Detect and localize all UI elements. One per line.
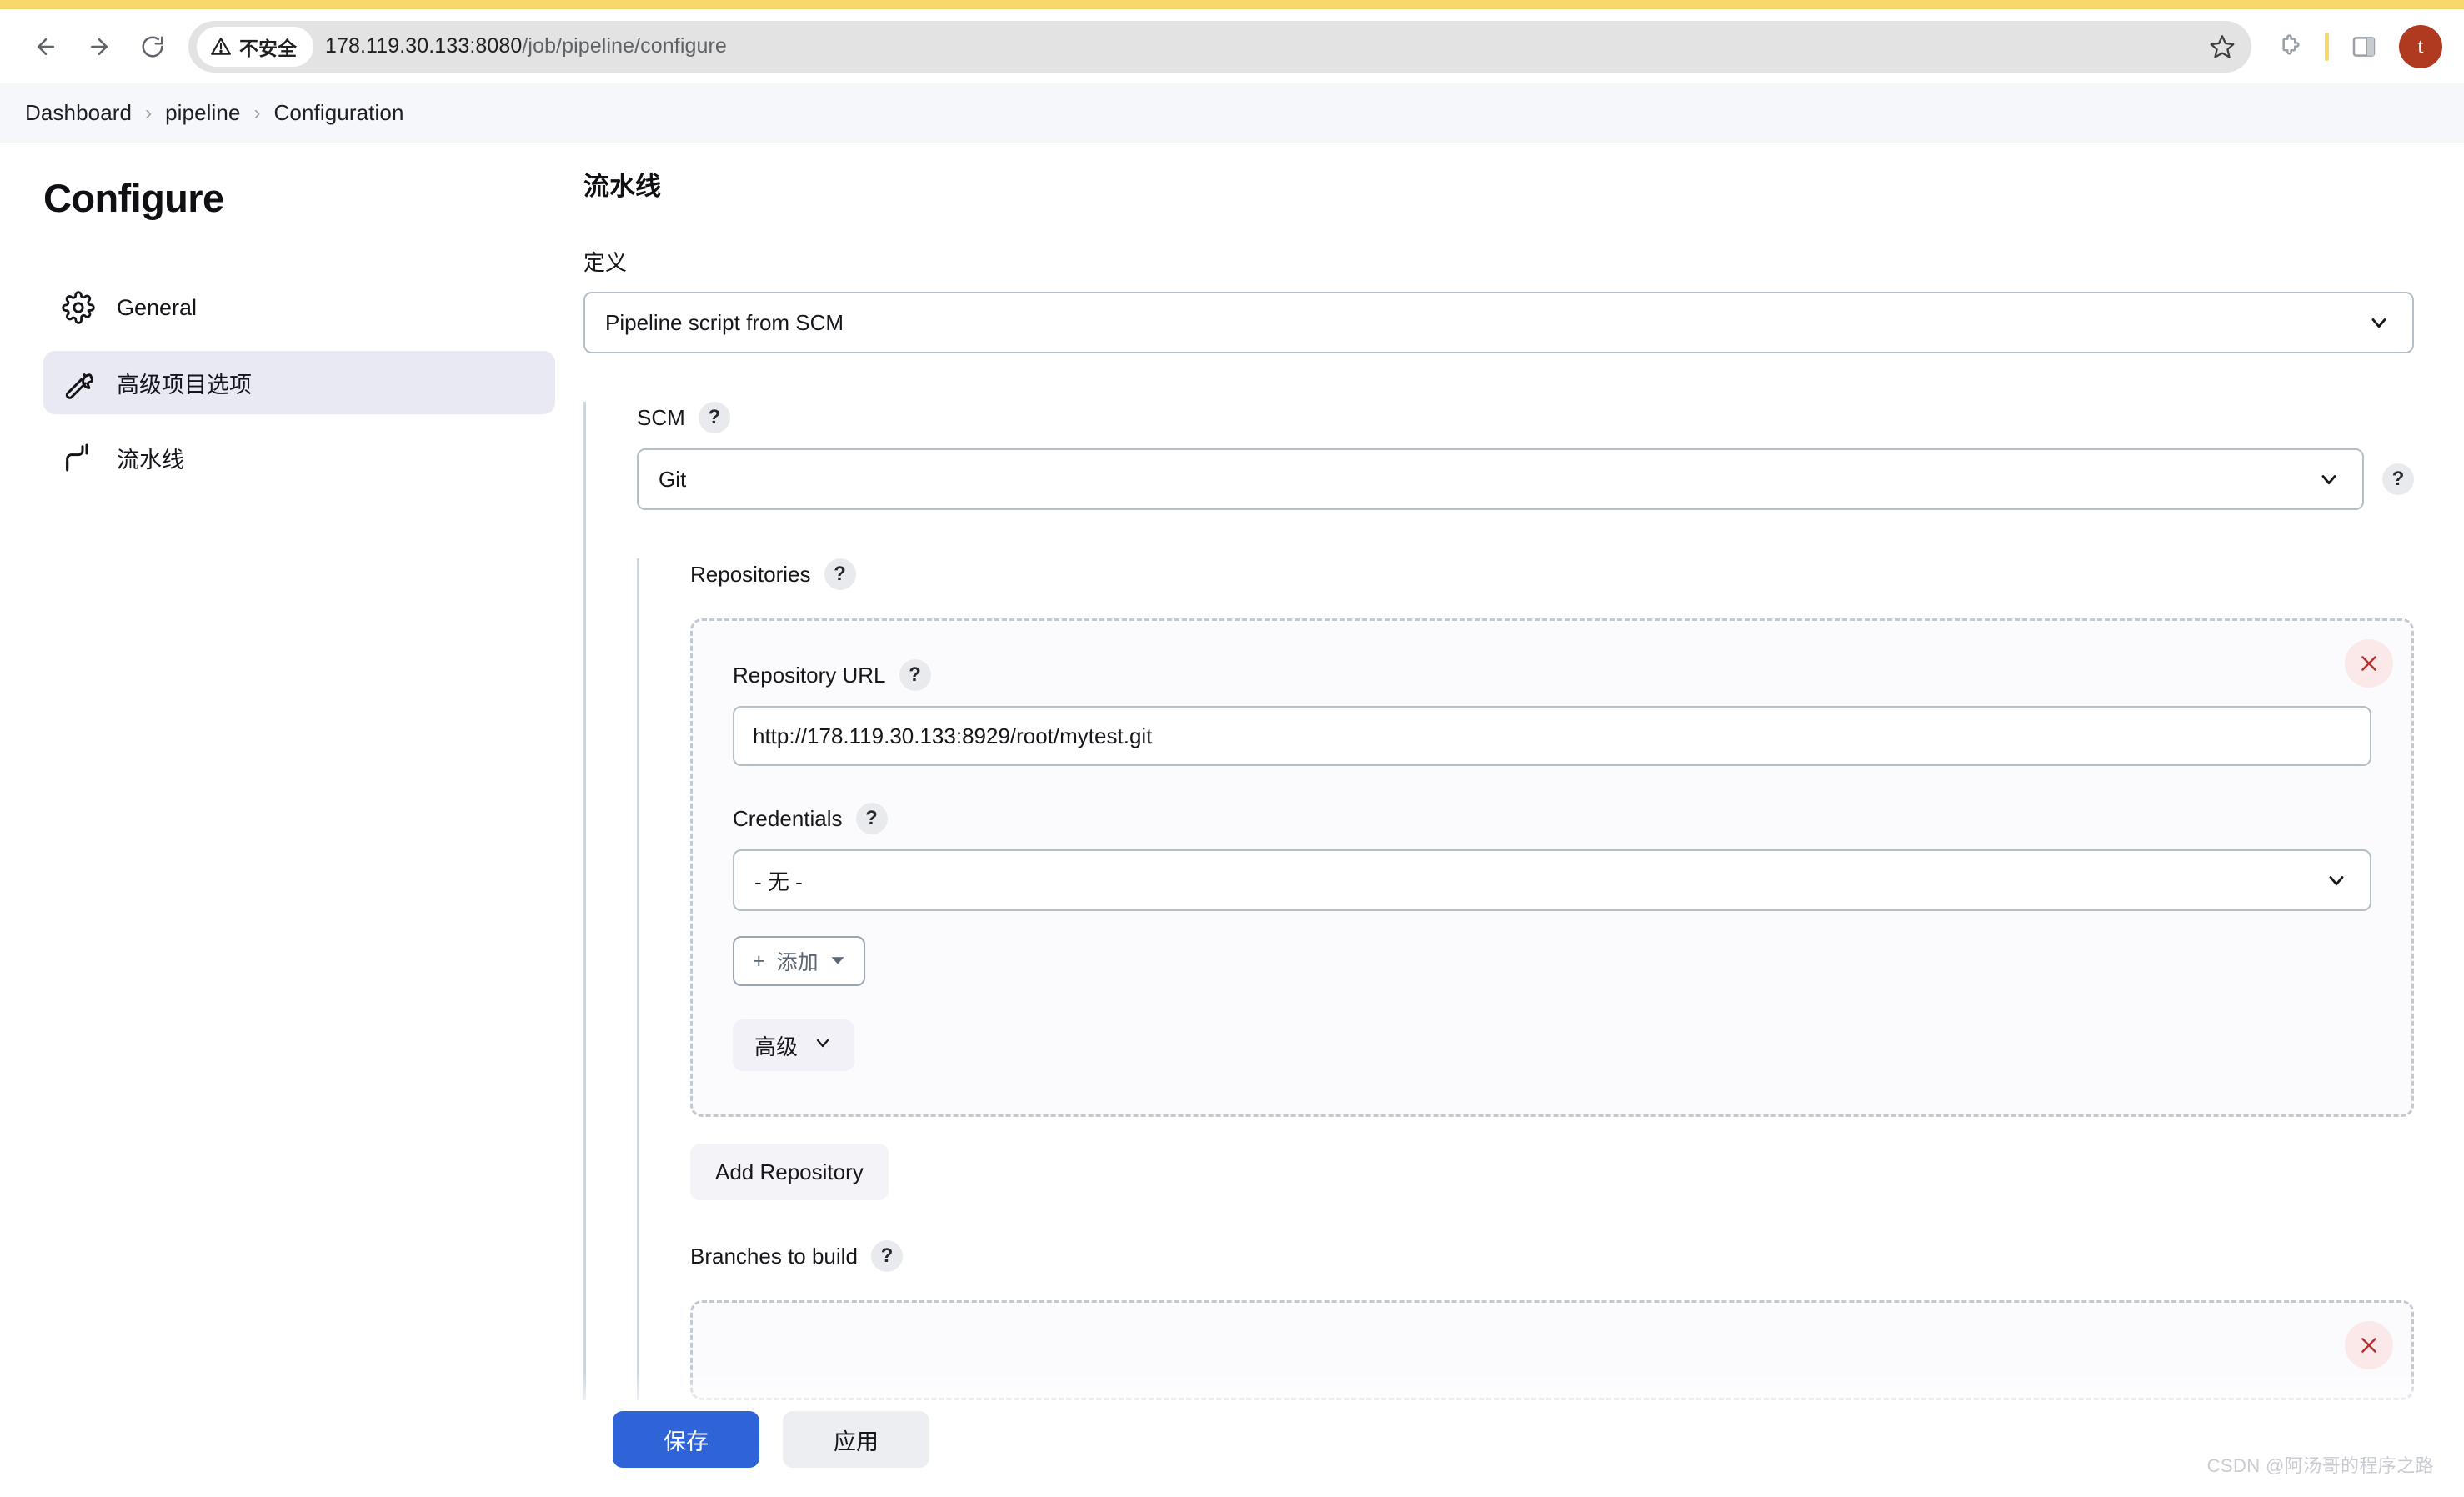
add-repository-button[interactable]: Add Repository: [690, 1144, 889, 1200]
warning-triangle-icon: [211, 37, 231, 55]
branches-to-build-label-text: Branches to build: [690, 1243, 858, 1269]
sidebar-item-pipeline[interactable]: 流水线: [43, 426, 555, 489]
watermark: CSDN @阿汤哥的程序之路: [2206, 1455, 2434, 1476]
help-icon[interactable]: ?: [855, 803, 888, 834]
add-repository-label: Add Repository: [715, 1159, 864, 1184]
browser-toolbar: 不安全 178.119.30.133:8080/job/pipeline/con…: [0, 9, 2464, 83]
star-icon[interactable]: [2200, 24, 2245, 69]
forward-arrow-icon[interactable]: [75, 23, 123, 71]
puzzle-piece-icon[interactable]: [2266, 23, 2313, 70]
definition-label: 定义: [583, 246, 2414, 277]
breadcrumb: Dashboard › pipeline › Configuration: [0, 83, 2464, 143]
navigation-buttons: [22, 23, 177, 71]
credentials-label: Credentials ?: [733, 803, 2371, 834]
breadcrumb-separator: ›: [145, 101, 153, 124]
scm-label: SCM ?: [637, 402, 2414, 433]
delete-branch-button[interactable]: [2345, 1321, 2393, 1369]
help-icon[interactable]: ?: [899, 659, 931, 691]
wrench-icon: [62, 366, 95, 399]
breadcrumb-item-configuration[interactable]: Configuration: [274, 100, 404, 126]
close-icon: [2361, 656, 2376, 671]
scm-select[interactable]: Git: [637, 448, 2364, 510]
save-button[interactable]: 保存: [613, 1411, 759, 1468]
breadcrumb-item-pipeline[interactable]: pipeline: [165, 100, 240, 126]
help-icon[interactable]: ?: [698, 402, 730, 433]
sidebar-item-label: General: [117, 294, 198, 320]
repository-card: Repository URL ? http://178.119.30.133:8…: [690, 618, 2414, 1117]
security-status-chip[interactable]: 不安全: [197, 26, 313, 67]
yellow-divider: [2325, 32, 2329, 61]
branch-card: [690, 1300, 2414, 1400]
back-arrow-icon[interactable]: [22, 23, 70, 71]
scm-section: SCM ? Git ? Repositories ? Repository UR…: [583, 402, 2414, 1400]
credentials-label-text: Credentials: [733, 805, 843, 831]
sidebar-item-label: 高级项目选项: [117, 372, 252, 398]
chevron-down-icon: [813, 1033, 833, 1059]
chevron-down-icon: [2317, 468, 2341, 491]
delete-repository-button[interactable]: [2345, 639, 2393, 688]
add-credentials-label: 添加: [776, 951, 819, 974]
help-icon[interactable]: ?: [824, 558, 856, 590]
sidebar-item-label: 流水线: [117, 447, 184, 473]
close-icon: [2361, 1338, 2376, 1353]
repository-url-label-text: Repository URL: [733, 662, 886, 688]
security-status-label: 不安全: [239, 37, 297, 59]
gear-icon: [62, 291, 95, 324]
url-path: /job/pipeline/configure: [522, 34, 727, 58]
repository-url-input[interactable]: http://178.119.30.133:8929/root/mytest.g…: [733, 706, 2371, 766]
configure-sidebar: Configure General 高级项目选项 流水线: [0, 143, 583, 1496]
breadcrumb-separator: ›: [253, 101, 261, 124]
reload-icon[interactable]: [128, 23, 177, 71]
url-text: 178.119.30.133:8080/job/pipeline/configu…: [325, 34, 727, 58]
main-content: 流水线 定义 Pipeline script from SCM SCM ? Gi: [583, 143, 2464, 1496]
repository-url-label: Repository URL ?: [733, 659, 2371, 691]
page-body: Configure General 高级项目选项 流水线 流水线 定义 Pipe…: [0, 143, 2464, 1496]
scm-label-text: SCM: [637, 404, 685, 430]
definition-select[interactable]: Pipeline script from SCM: [583, 292, 2414, 353]
apply-button[interactable]: 应用: [783, 1411, 929, 1468]
scm-select-row: Git ?: [637, 448, 2414, 510]
split-panel-icon[interactable]: [2341, 23, 2387, 70]
chevron-down-icon: [2325, 869, 2348, 892]
add-credentials-button[interactable]: + 添加: [733, 936, 865, 986]
section-title: 流水线: [583, 172, 661, 201]
credentials-select-value: - 无 -: [754, 869, 803, 894]
help-icon[interactable]: ?: [2382, 463, 2414, 495]
credentials-select[interactable]: - 无 -: [733, 849, 2371, 911]
sidebar-item-advanced-project-options[interactable]: 高级项目选项: [43, 351, 555, 414]
definition-label-text: 定义: [583, 250, 628, 275]
toolbar-right-group: t: [2266, 23, 2442, 70]
repositories-section: Repositories ? Repository URL ? http://1…: [637, 558, 2414, 1400]
page-title: Configure: [43, 176, 224, 220]
browser-chrome: 不安全 178.119.30.133:8080/job/pipeline/con…: [0, 0, 2464, 83]
address-bar[interactable]: 不安全 178.119.30.133:8080/job/pipeline/con…: [188, 20, 2251, 73]
definition-select-value: Pipeline script from SCM: [605, 309, 844, 335]
branches-to-build-label: Branches to build ?: [690, 1240, 2414, 1272]
repository-url-value: http://178.119.30.133:8929/root/mytest.g…: [753, 723, 1153, 748]
help-icon[interactable]: ?: [870, 1240, 903, 1272]
avatar[interactable]: t: [2399, 24, 2442, 68]
add-credentials-plus: +: [753, 949, 765, 973]
scm-select-value: Git: [659, 466, 687, 492]
sidebar-item-general[interactable]: General: [43, 276, 555, 339]
pipeline-icon: [62, 441, 95, 474]
caret-down-icon: [830, 949, 845, 974]
tab-strip: [0, 0, 2464, 9]
chevron-down-icon: [2367, 311, 2391, 334]
repositories-label-text: Repositories: [690, 561, 811, 587]
repositories-label: Repositories ?: [690, 558, 2414, 590]
breadcrumb-item-dashboard[interactable]: Dashboard: [25, 100, 132, 126]
advanced-toggle-button[interactable]: 高级: [733, 1019, 855, 1071]
advanced-toggle-label: 高级: [754, 1034, 799, 1059]
url-host: 178.119.30.133:8080: [325, 34, 523, 58]
